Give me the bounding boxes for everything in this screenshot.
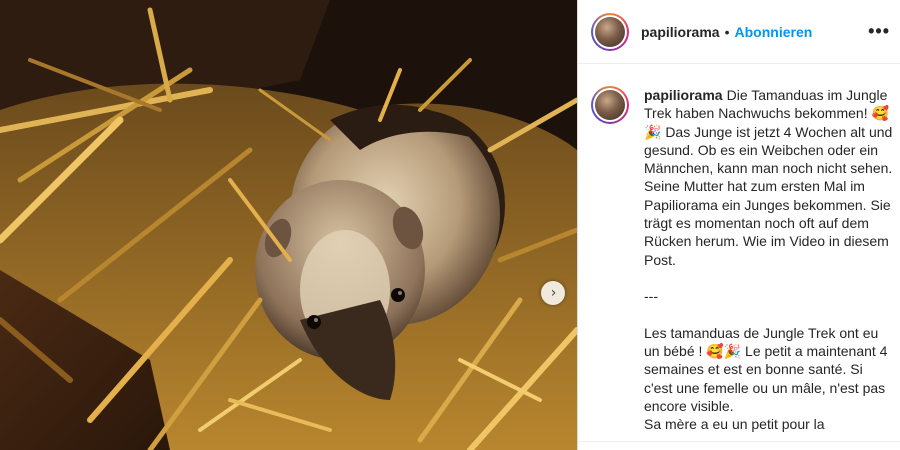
avatar[interactable] bbox=[591, 12, 629, 51]
follow-button[interactable]: Abonnieren bbox=[735, 24, 813, 40]
avatar-image bbox=[595, 16, 625, 47]
caption-avatar[interactable] bbox=[591, 86, 629, 124]
next-slide-button[interactable]: › bbox=[541, 281, 565, 305]
caption-body: Die Tamanduas im Jungle Trek haben Nachw… bbox=[644, 87, 893, 433]
caption-username[interactable]: papiliorama bbox=[644, 87, 723, 103]
caption-avatar-image bbox=[595, 90, 625, 120]
header-username[interactable]: papiliorama bbox=[641, 24, 720, 40]
caption: papiliorama Die Tamanduas im Jungle Trek … bbox=[578, 64, 900, 434]
chevron-right-icon: › bbox=[550, 285, 557, 301]
divider bbox=[578, 441, 900, 442]
caption-text: papiliorama Die Tamanduas im Jungle Trek … bbox=[644, 86, 894, 434]
separator-dot: • bbox=[724, 23, 730, 40]
post-header: papiliorama • Abonnieren ••• bbox=[578, 0, 900, 64]
post-sidebar: papiliorama • Abonnieren ••• papiliorama… bbox=[577, 0, 900, 450]
post-media[interactable]: › bbox=[0, 0, 577, 450]
instagram-post: › papiliorama • Abonnieren ••• papiliora… bbox=[0, 0, 900, 450]
more-options-icon[interactable]: ••• bbox=[868, 21, 890, 42]
tamandua-photo bbox=[0, 0, 577, 450]
